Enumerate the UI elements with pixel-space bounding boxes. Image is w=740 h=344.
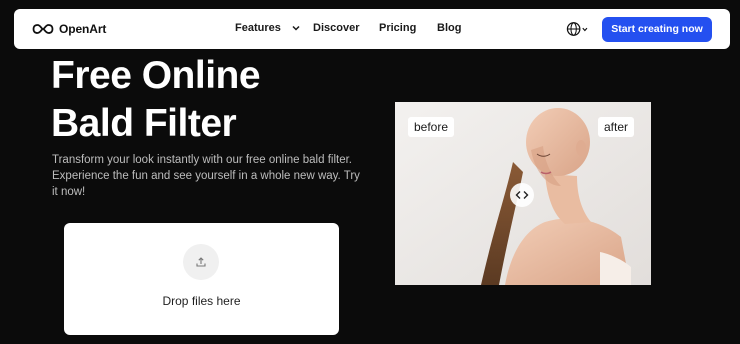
- before-label: before: [408, 117, 455, 137]
- hero-description: Transform your look instantly with our f…: [52, 154, 360, 198]
- nav-pricing[interactable]: Pricing: [379, 22, 416, 34]
- before-after-preview: before after: [395, 102, 651, 285]
- title-line-1: Free Online: [51, 54, 261, 97]
- compare-arrows-icon: [515, 191, 529, 199]
- upload-button[interactable]: [183, 244, 219, 280]
- brand-name: OpenArt: [59, 22, 107, 36]
- compare-slider-handle[interactable]: [510, 183, 534, 207]
- openart-infinity-logo-icon: [32, 24, 54, 34]
- start-creating-button[interactable]: Start creating now: [602, 17, 712, 42]
- nav-discover[interactable]: Discover: [313, 22, 359, 34]
- chevron-down-icon: [292, 22, 300, 34]
- nav-blog[interactable]: Blog: [437, 22, 461, 34]
- top-navbar: OpenArt Features Discover Pricing Blog S…: [14, 9, 730, 49]
- language-selector[interactable]: [566, 20, 588, 38]
- brand-logo[interactable]: OpenArt: [32, 21, 106, 37]
- title-line-2: Bald Filter: [51, 102, 237, 145]
- nav-features-label: Features: [235, 22, 281, 34]
- nav-features[interactable]: Features: [235, 22, 300, 34]
- chevron-down-icon: [582, 27, 588, 31]
- page-title: Free Online Bald Filter: [51, 52, 261, 148]
- globe-icon: [566, 22, 581, 36]
- upload-icon: [196, 257, 206, 267]
- file-dropzone[interactable]: Drop files here: [64, 223, 339, 335]
- after-label: after: [598, 117, 635, 137]
- dropzone-label: Drop files here: [162, 294, 241, 308]
